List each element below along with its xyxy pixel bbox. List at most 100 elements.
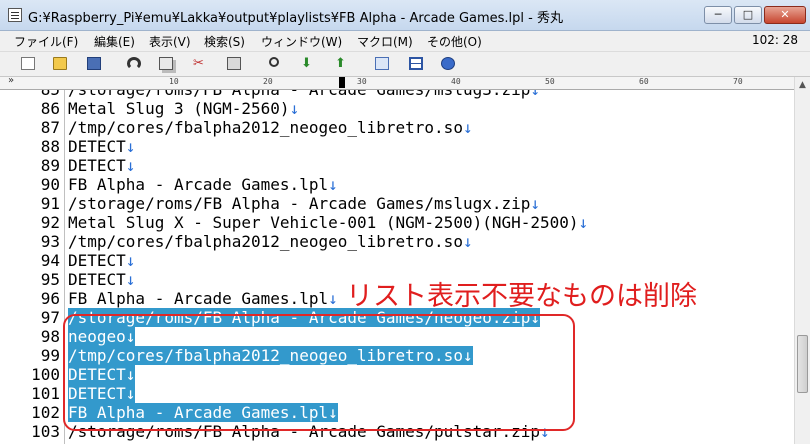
new-file-icon [21, 57, 35, 70]
line-content: DETECT [68, 156, 126, 175]
menu-bar: ファイル(F) 編集(E) 表示(V) 検索(S) ウィンドウ(W) マクロ(M… [0, 31, 810, 52]
line-number: 88 [40, 137, 60, 156]
line-content: FB Alpha - Arcade Games.lpl [68, 289, 329, 308]
minimize-button[interactable]: ─ [704, 6, 732, 24]
newline-marker-icon: ↓ [530, 194, 541, 213]
line-content: DETECT [68, 251, 126, 270]
paste-icon [227, 57, 241, 70]
annotation-text: リスト表示不要なものは削除 [346, 281, 697, 312]
scroll-thumb[interactable] [797, 335, 808, 393]
line-number: 89 [40, 156, 60, 175]
app-icon[interactable] [8, 8, 22, 22]
menu-search[interactable]: 検索(S) [204, 33, 245, 50]
newline-marker-icon: ↓ [578, 213, 589, 232]
close-button[interactable]: ✕ [764, 6, 806, 24]
undo-button[interactable] [124, 55, 144, 73]
cut-button[interactable]: ✂ [190, 55, 210, 73]
highlight-callout-box [63, 314, 575, 431]
line-content: DETECT [68, 270, 126, 289]
line-content: /storage/roms/FB Alpha - Arcade Games/ms… [68, 194, 531, 213]
line-content: FB Alpha - Arcade Games.lpl [68, 175, 329, 194]
newline-marker-icon: ↓ [125, 156, 136, 175]
line-number: 96 [40, 289, 60, 308]
search-up-icon: ⬆ [335, 56, 346, 71]
new-file-button[interactable] [18, 55, 38, 73]
line-text: FB Alpha - Arcade Games.lpl↓ [68, 289, 338, 308]
line-text: /tmp/cores/fbalpha2012_neogeo_libretro.s… [68, 118, 473, 137]
open-folder-icon [53, 57, 67, 70]
window-title: G:¥Raspberry_Pi¥emu¥Lakka¥output¥playlis… [28, 11, 563, 26]
newline-marker-icon: ↓ [125, 251, 136, 270]
newline-marker-icon: ↓ [125, 137, 136, 156]
cursor-position: 102: 28 [751, 33, 798, 47]
ruler-mark: 70 [733, 77, 743, 86]
macro-icon [441, 57, 455, 70]
line-number: 91 [40, 194, 60, 213]
line-number: 102 [31, 403, 60, 422]
menu-window[interactable]: ウィンドウ(W) [261, 33, 342, 50]
line-number: 101 [31, 384, 60, 403]
line-text: DETECT↓ [68, 251, 135, 270]
line-number: 85 [0, 90, 60, 99]
search-down-icon: ⬇ [301, 56, 312, 71]
maximize-icon: □ [742, 8, 754, 21]
macro-button[interactable] [438, 55, 458, 73]
ruler-mark: 50 [545, 77, 555, 86]
minimize-icon: ─ [714, 8, 722, 21]
line-text: FB Alpha - Arcade Games.lpl↓ [68, 175, 338, 194]
newline-marker-icon: ↓ [462, 232, 473, 251]
newline-marker-icon: ↓ [289, 99, 300, 118]
line-text: DETECT↓ [68, 270, 135, 289]
copy-button[interactable] [156, 55, 176, 73]
save-button[interactable] [84, 55, 104, 73]
line-text: /tmp/cores/fbalpha2012_neogeo_libretro.s… [68, 232, 473, 251]
newline-marker-icon: ↓ [462, 118, 473, 137]
ruler-mark: 60 [639, 77, 649, 86]
ruler-cursor [339, 77, 345, 88]
line-number: 93 [40, 232, 60, 251]
open-button[interactable] [50, 55, 70, 73]
line-number: 90 [40, 175, 60, 194]
split-button[interactable] [406, 55, 426, 73]
line-content: /storage/roms/FB Alpha - Arcade Games/ms… [68, 90, 530, 99]
line-text: DETECT↓ [68, 137, 135, 156]
line-number: 86 [40, 99, 60, 118]
newline-marker-icon: ↓ [328, 289, 338, 308]
line-number: 103 [31, 422, 60, 441]
line-content: Metal Slug 3 (NGM-2560) [68, 99, 290, 118]
ruler: » 10 20 30 40 50 60 70 [0, 75, 794, 90]
vertical-scrollbar[interactable]: ▲ [794, 77, 810, 444]
search-button[interactable] [266, 55, 286, 73]
menu-macro[interactable]: マクロ(M) [357, 33, 413, 50]
line-content: /tmp/cores/fbalpha2012_neogeo_libretro.s… [68, 118, 463, 137]
line-number: 98 [40, 327, 60, 346]
replace-button[interactable] [372, 55, 392, 73]
ruler-mark: 10 [169, 77, 179, 86]
line-content: DETECT [68, 137, 126, 156]
text-editor[interactable]: 85/storage/roms/FB Alpha - Arcade Games/… [0, 90, 794, 444]
ruler-chevron-icon: » [8, 75, 15, 86]
search-down-button[interactable]: ⬇ [298, 55, 318, 73]
line-number: 100 [31, 365, 60, 384]
newline-marker-icon: ↓ [125, 270, 136, 289]
line-text: /storage/roms/FB Alpha - Arcade Games/ms… [68, 194, 540, 213]
search-up-button[interactable]: ⬆ [332, 55, 352, 73]
menu-file[interactable]: ファイル(F) [14, 33, 78, 50]
copy-icon [159, 57, 173, 70]
line-number: 92 [40, 213, 60, 232]
line-text: /storage/roms/FB Alpha - Arcade Games/ms… [68, 90, 540, 99]
maximize-button[interactable]: □ [734, 6, 762, 24]
line-number: 94 [40, 251, 60, 270]
menu-edit[interactable]: 編集(E) [94, 33, 135, 50]
newline-marker-icon: ↓ [530, 90, 540, 99]
menu-view[interactable]: 表示(V) [149, 33, 191, 50]
scroll-up-icon[interactable]: ▲ [795, 77, 810, 93]
undo-icon [127, 57, 141, 70]
menu-other[interactable]: その他(O) [427, 33, 482, 50]
cut-icon: ✂ [193, 56, 204, 71]
line-text: Metal Slug 3 (NGM-2560)↓ [68, 99, 299, 118]
paste-button[interactable] [224, 55, 244, 73]
replace-icon [375, 57, 389, 70]
line-content: /tmp/cores/fbalpha2012_neogeo_libretro.s… [68, 232, 463, 251]
line-number: 87 [40, 118, 60, 137]
